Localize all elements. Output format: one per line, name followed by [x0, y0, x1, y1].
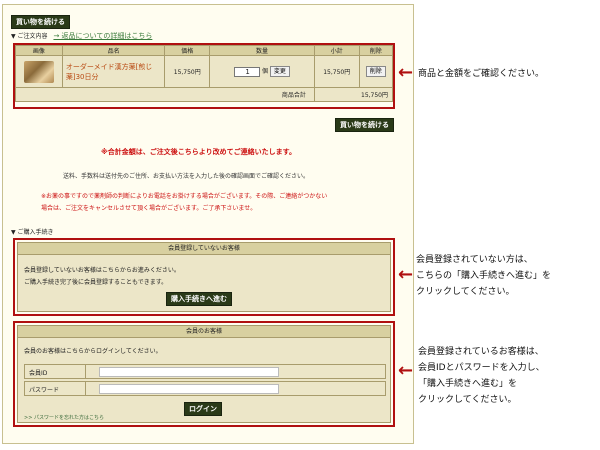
col-name: 品名 — [61, 45, 166, 56]
guest-panel: 会員登録していないお客様 会員登録していないお客様はこちらからお進みください。 … — [17, 242, 391, 312]
continue-shopping-top-button[interactable]: 買い物を続ける — [11, 15, 70, 29]
col-quantity: 数量 — [209, 45, 315, 56]
password-input[interactable] — [99, 384, 279, 394]
callout-1: 商品と金額をご確認ください。 — [418, 66, 544, 82]
password-row: パスワード — [24, 381, 386, 396]
callout-arrow-2: ← — [398, 264, 414, 285]
change-quantity-button[interactable]: 変更 — [269, 66, 290, 77]
callout-2-line-1: 会員登録されていない方は、 — [416, 255, 533, 265]
callout-2-line-2: こちらの「購入手続きへ進む」を — [416, 271, 552, 281]
member-id-label: 会員ID — [29, 370, 48, 377]
item-price: 15,750円 — [164, 55, 211, 88]
total-row: 商品合計 15,750円 — [15, 87, 394, 102]
callout-3-line-4: クリックしてください。 — [418, 395, 517, 405]
cart-highlight-box: 画像 品名 価格 数量 小計 削除 オーダーメイド漢方薬[煎じ薬]30日分 15… — [13, 43, 395, 109]
shipping-notice: 送料、手数料は送付先のご住所、お支払い方法を入力した後の確認画面でご確認ください… — [63, 173, 310, 180]
product-name-link[interactable]: オーダーメイド漢方薬[煎じ薬]30日分 — [63, 60, 165, 84]
guest-highlight-box: 会員登録していないお客様 会員登録していないお客様はこちらからお進みください。 … — [13, 238, 395, 316]
cart-page: 買い物を続ける ▼ ご注文内容 → 返品についての詳細はこちら 画像 品名 価格… — [2, 4, 414, 444]
password-label: パスワード — [29, 387, 60, 394]
callout-arrow-3: ← — [398, 360, 414, 381]
cart-table: 画像 品名 価格 数量 小計 削除 オーダーメイド漢方薬[煎じ薬]30日分 15… — [15, 45, 394, 102]
order-section-title: ▼ ご注文内容 → 返品についての詳細はこちら — [11, 31, 152, 41]
member-id-row: 会員ID — [24, 364, 386, 379]
callout-2: 会員登録されていない方は、 こちらの「購入手続きへ進む」を クリックしてください… — [416, 252, 551, 300]
order-section-label: ▼ ご注文内容 — [11, 33, 48, 40]
medicine-notice-1: ※お薬の事ですので薬剤師の判断によりお電話をお掛けする場合がございます。その際、… — [41, 193, 328, 200]
callout-3-line-3: 「購入手続きへ進む」を — [418, 379, 518, 389]
cart-header-row: 画像 品名 価格 数量 小計 削除 — [15, 45, 394, 56]
total-label: 商品合計 — [15, 87, 315, 102]
guest-panel-title: 会員登録していないお客様 — [18, 243, 390, 255]
total-value: 15,750円 — [313, 87, 394, 102]
purchase-section-title: ▼ ご購入手続き — [11, 229, 54, 236]
product-thumbnail[interactable] — [23, 60, 54, 83]
proceed-to-checkout-button[interactable]: 購入手続きへ進む — [166, 292, 232, 306]
continue-shopping-button[interactable]: 買い物を続ける — [335, 118, 394, 132]
guest-panel-text-2: ご購入手続き完了後に会員登録することもできます。 — [24, 279, 168, 286]
callout-arrow-1: ← — [398, 62, 414, 83]
total-notice: ※合計金額は、ご注文後こちらより改めてご連絡いたします。 — [101, 148, 296, 156]
col-delete: 削除 — [358, 45, 394, 56]
member-id-input[interactable] — [99, 367, 279, 377]
col-price: 価格 — [164, 45, 211, 56]
quantity-unit: 個 — [261, 68, 268, 75]
guest-panel-text-1: 会員登録していないお客様はこちらからお進みください。 — [24, 267, 180, 274]
forgot-password-link[interactable]: >> パスワードを忘れた方はこちら — [24, 414, 104, 421]
member-panel: 会員のお客様 会員のお客様はこちらからログインしてください。 会員ID パスワー… — [17, 325, 391, 423]
col-image: 画像 — [15, 45, 63, 56]
callout-2-line-3: クリックしてください。 — [416, 287, 515, 297]
col-subtotal: 小計 — [313, 45, 360, 56]
callout-1-text: 商品と金額をご確認ください。 — [418, 69, 545, 79]
delete-item-button[interactable]: 削除 — [365, 66, 386, 77]
return-policy-link[interactable]: → 返品についての詳細はこちら — [53, 32, 152, 40]
medicine-notice-2: 場合は、ご注文をキャンセルさせて頂く場合がございます。ご了承下さいませ。 — [41, 205, 257, 212]
item-subtotal: 15,750円 — [313, 55, 360, 88]
member-panel-title: 会員のお客様 — [18, 326, 390, 338]
callout-3-line-1: 会員登録されているお客様は、 — [418, 347, 544, 357]
member-highlight-box: 会員のお客様 会員のお客様はこちらからログインしてください。 会員ID パスワー… — [13, 321, 395, 427]
table-row: オーダーメイド漢方薬[煎じ薬]30日分 15,750円 1 個 変更 15,75… — [15, 55, 394, 88]
quantity-input[interactable]: 1 — [234, 66, 261, 77]
callout-3-line-2: 会員IDとパスワードを入力し、 — [418, 363, 545, 373]
callout-3: 会員登録されているお客様は、 会員IDとパスワードを入力し、 「購入手続きへ進む… — [418, 344, 545, 408]
member-panel-text: 会員のお客様はこちらからログインしてください。 — [24, 348, 162, 355]
login-button[interactable]: ログイン — [184, 402, 222, 416]
